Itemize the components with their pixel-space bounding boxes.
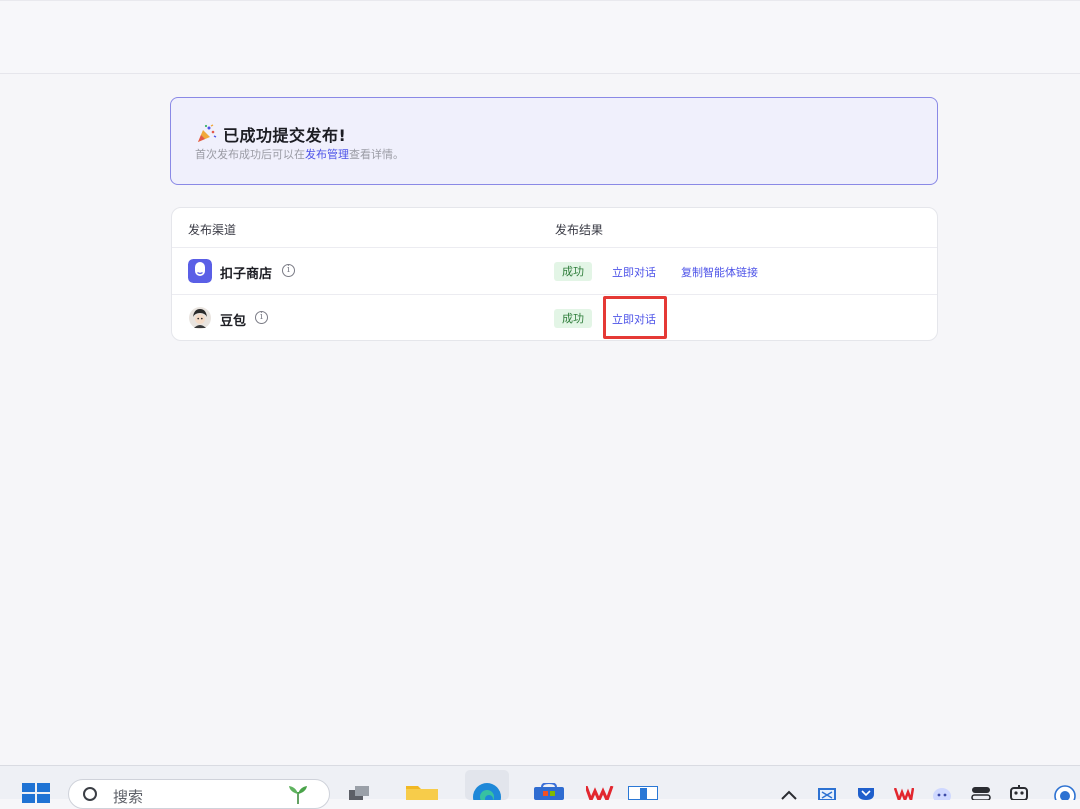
success-banner: 已成功提交发布! 首次发布成功后可以在发布管理查看详情。 bbox=[170, 97, 938, 185]
info-icon[interactable]: i bbox=[282, 264, 295, 277]
column-header-result: 发布结果 bbox=[555, 223, 604, 237]
chat-now-link[interactable]: 立即对话 bbox=[612, 264, 656, 280]
file-explorer-icon[interactable] bbox=[406, 783, 438, 800]
status-badge: 成功 bbox=[554, 309, 592, 328]
publish-management-link[interactable]: 发布管理 bbox=[305, 148, 349, 161]
tray-app-icon[interactable] bbox=[818, 788, 836, 800]
info-icon[interactable]: i bbox=[255, 311, 268, 324]
wps-office-icon[interactable] bbox=[586, 786, 616, 800]
banner-subtitle-prefix: 首次发布成功后可以在 bbox=[195, 148, 305, 161]
column-header-channel: 发布渠道 bbox=[188, 223, 237, 237]
app-icon[interactable] bbox=[628, 786, 658, 800]
windows-start-icon[interactable] bbox=[22, 783, 50, 803]
taskbar-search-box[interactable]: 搜索 bbox=[68, 779, 330, 809]
party-popper-icon bbox=[198, 124, 217, 142]
robot-icon[interactable] bbox=[1008, 785, 1030, 800]
status-badge: 成功 bbox=[554, 262, 592, 281]
task-view-icon[interactable] bbox=[347, 786, 373, 800]
doubao-avatar-icon bbox=[189, 307, 211, 329]
table-header: 发布渠道 发布结果 bbox=[172, 208, 937, 248]
toggle-icon[interactable] bbox=[970, 786, 992, 800]
banner-subtitle-suffix: 查看详情。 bbox=[349, 148, 404, 161]
shield-icon[interactable] bbox=[856, 787, 876, 800]
copy-agent-link-button[interactable]: 复制智能体链接 bbox=[681, 264, 758, 280]
coze-store-icon bbox=[188, 259, 212, 283]
wps-tray-icon[interactable] bbox=[894, 788, 914, 800]
table-row: 扣子商店 i 成功 立即对话 复制智能体链接 bbox=[172, 248, 937, 295]
channel-name: 扣子商店 bbox=[220, 267, 273, 282]
plant-icon bbox=[289, 786, 307, 804]
banner-subtitle: 首次发布成功后可以在发布管理查看详情。 bbox=[195, 146, 404, 162]
edge-browser-icon bbox=[473, 783, 501, 800]
highlight-box bbox=[603, 296, 667, 339]
banner-title: 已成功提交发布! bbox=[223, 126, 347, 145]
top-bar bbox=[0, 0, 1080, 74]
channel-name: 豆包 bbox=[220, 314, 247, 329]
store-icon[interactable] bbox=[534, 783, 564, 800]
publish-results-table: 发布渠道 发布结果 扣子商店 i 成功 立即对话 复制智能体链接 豆包 i 成功… bbox=[171, 207, 938, 341]
ime-icon[interactable] bbox=[1054, 785, 1076, 800]
search-placeholder: 搜索 bbox=[113, 788, 144, 806]
taskbar: 搜索 bbox=[0, 765, 1080, 809]
edge-taskbar-button[interactable] bbox=[465, 770, 509, 800]
table-row: 豆包 i 成功 立即对话 bbox=[172, 295, 937, 340]
assistant-icon[interactable] bbox=[932, 787, 952, 800]
